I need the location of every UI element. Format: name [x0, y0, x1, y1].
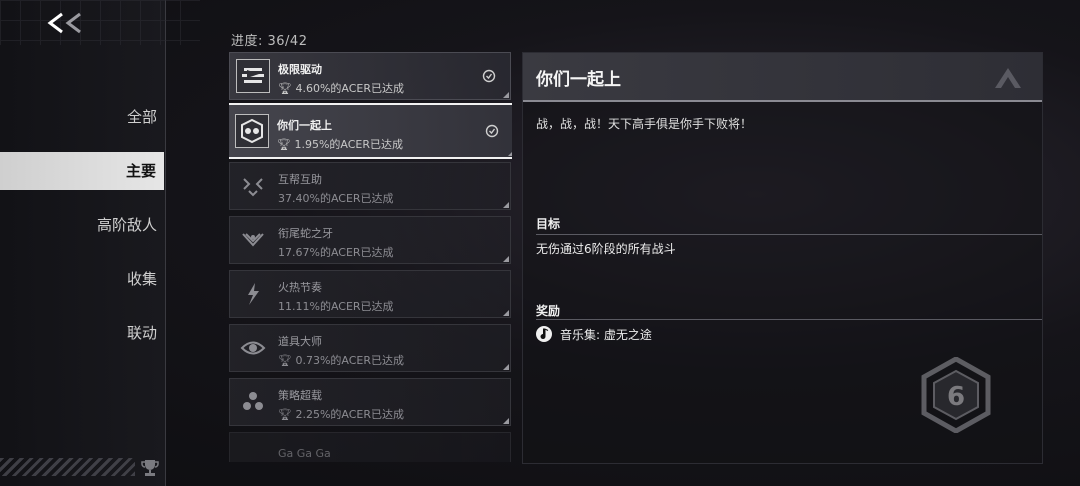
- trophy-icon: [140, 458, 160, 478]
- reward-text: 音乐集: 虚无之途: [560, 327, 652, 342]
- badge-number: 6: [947, 382, 965, 412]
- check-circle-icon: [482, 69, 496, 83]
- achievement-row[interactable]: Ga Ga Ga: [229, 432, 511, 462]
- category-advanced-enemies[interactable]: 高阶敌人: [0, 206, 165, 244]
- detail-title: 你们一起上: [536, 70, 621, 90]
- check-circle-icon: [485, 124, 499, 138]
- category-label: 全部: [126, 108, 157, 126]
- corner-mark: [503, 364, 509, 370]
- achievement-row[interactable]: 互帮互助 37.40%的ACER已达成: [229, 162, 511, 210]
- achievement-percent: 🏆︎ 0.73%的ACER已达成: [278, 354, 405, 367]
- category-label: 主要: [125, 162, 156, 180]
- music-note-icon: [536, 326, 552, 342]
- category-label: 联动: [126, 324, 157, 342]
- reward-label: 奖励: [536, 304, 561, 318]
- achievement-percent-text: 0.73%的ACER已达成: [295, 354, 405, 367]
- detail-description: 战，战，战！天下高手俱是你手下败将！: [536, 117, 753, 131]
- goal-divider: [536, 234, 1042, 235]
- team-up-icon: [235, 114, 269, 148]
- achievement-title: 策略超载: [278, 389, 322, 402]
- achievement-title: 道具大师: [278, 335, 322, 348]
- achievement-row-selected[interactable]: 你们一起上 🏆︎ 1.95%的ACER已达成: [229, 103, 512, 159]
- corner-mark: [508, 150, 512, 156]
- achievement-title: 你们一起上: [277, 119, 332, 132]
- achievement-row[interactable]: 策略超载 🏆︎ 2.25%的ACER已达成: [229, 378, 511, 426]
- detail-header: 你们一起上: [523, 53, 1042, 102]
- corner-mark: [503, 418, 509, 424]
- achievement-percent-text: 2.25%的ACER已达成: [295, 408, 405, 421]
- back-button[interactable]: [44, 8, 88, 38]
- mutual-help-icon: [236, 169, 270, 203]
- grid-decoration: [0, 0, 200, 45]
- category-label: 收集: [126, 270, 157, 288]
- achievement-detail-panel: 你们一起上 战，战，战！天下高手俱是你手下败将！ 目标 无伤通过6阶段的所有战斗…: [522, 52, 1043, 464]
- achievement-title: 火热节奏: [278, 281, 322, 294]
- achievement-percent-text: 1.95%的ACER已达成: [294, 138, 404, 151]
- achievement-title: 互帮互助: [278, 173, 322, 186]
- corner-mark: [503, 202, 509, 208]
- achievement-title: 衔尾蛇之牙: [278, 227, 333, 240]
- achievement-list[interactable]: 极限驱动 🏆︎ 4.60%的ACER已达成 你们一起上 🏆︎ 1.95%的ACE…: [229, 52, 512, 462]
- double-chevron-left-icon: [47, 12, 81, 34]
- achievement-percent-text: 4.60%的ACER已达成: [295, 82, 405, 95]
- stage-six-badge-icon: 6: [921, 357, 991, 433]
- achievement-row[interactable]: 衔尾蛇之牙 17.67%的ACER已达成: [229, 216, 511, 264]
- category-all[interactable]: 全部: [0, 98, 165, 136]
- achievement-percent: 🏆︎ 2.25%的ACER已达成: [278, 408, 405, 421]
- achievement-percent: 🏆︎ 4.60%的ACER已达成: [278, 82, 405, 95]
- item-master-icon: [236, 331, 270, 365]
- achievement-row[interactable]: 火热节奏 11.11%的ACER已达成: [229, 270, 511, 318]
- achievement-title: Ga Ga Ga: [278, 447, 331, 460]
- achievement-percent: 37.40%的ACER已达成: [278, 192, 394, 205]
- ouroboros-fang-icon: [236, 223, 270, 257]
- strategy-overload-icon: [236, 385, 270, 419]
- achievement-row[interactable]: 道具大师 🏆︎ 0.73%的ACER已达成: [229, 324, 511, 372]
- corner-mark: [503, 256, 509, 262]
- category-label: 高阶敌人: [96, 216, 157, 234]
- category-collection[interactable]: 收集: [0, 260, 165, 298]
- goal-text: 无伤通过6阶段的所有战斗: [536, 242, 676, 256]
- achievement-row[interactable]: 极限驱动 🏆︎ 4.60%的ACER已达成: [229, 52, 511, 100]
- corner-mark: [503, 92, 509, 98]
- achievement-percent: 17.67%的ACER已达成: [278, 246, 394, 259]
- category-main[interactable]: 主要: [0, 152, 164, 190]
- achievement-percent: 11.11%的ACER已达成: [278, 300, 394, 313]
- achievement-title: 极限驱动: [278, 63, 322, 76]
- category-collab[interactable]: 联动: [0, 314, 165, 352]
- category-sidebar: 全部 主要 高阶敌人 收集 联动: [0, 0, 200, 486]
- limit-drive-icon: [236, 59, 270, 93]
- acer-logo-icon: [995, 68, 1021, 88]
- progress-counter: 进度: 36/42: [231, 34, 308, 49]
- hot-rhythm-icon: [236, 277, 270, 311]
- stripe-decoration: [0, 458, 135, 476]
- goal-label: 目标: [536, 217, 561, 231]
- corner-mark: [503, 310, 509, 316]
- achievement-percent: 🏆︎ 1.95%的ACER已达成: [277, 138, 404, 151]
- reward-item: 音乐集: 虚无之途: [536, 325, 652, 343]
- reward-divider: [536, 319, 1042, 320]
